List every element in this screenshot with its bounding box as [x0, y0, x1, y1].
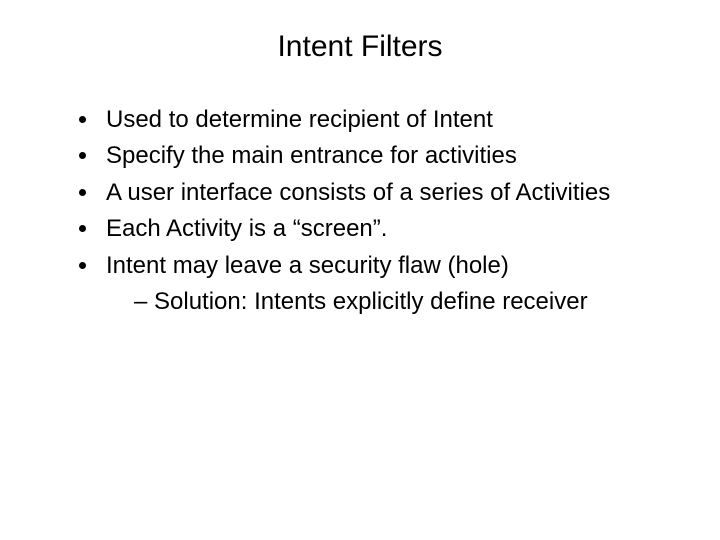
bullet-list: Used to determine recipient of Intent Sp… [40, 104, 680, 318]
slide-title: Intent Filters [40, 30, 680, 64]
sub-bullet-item: Solution: Intents explicitly define rece… [134, 286, 680, 318]
bullet-item: A user interface consists of a series of… [100, 177, 680, 209]
bullet-text: Used to determine recipient of Intent [106, 106, 493, 133]
bullet-item: Intent may leave a security flaw (hole) … [100, 250, 680, 319]
bullet-item: Specify the main entrance for activities [100, 140, 680, 172]
bullet-item: Each Activity is a “screen”. [100, 213, 680, 245]
bullet-text: A user interface consists of a series of… [106, 179, 610, 206]
slide: Intent Filters Used to determine recipie… [0, 0, 720, 540]
bullet-text: Specify the main entrance for activities [106, 142, 517, 169]
bullet-text: Each Activity is a “screen”. [106, 215, 387, 242]
sub-bullet-text: Solution: Intents explicitly define rece… [154, 288, 588, 315]
bullet-item: Used to determine recipient of Intent [100, 104, 680, 136]
bullet-text: Intent may leave a security flaw (hole) [106, 252, 509, 279]
sub-list: Solution: Intents explicitly define rece… [106, 286, 680, 318]
